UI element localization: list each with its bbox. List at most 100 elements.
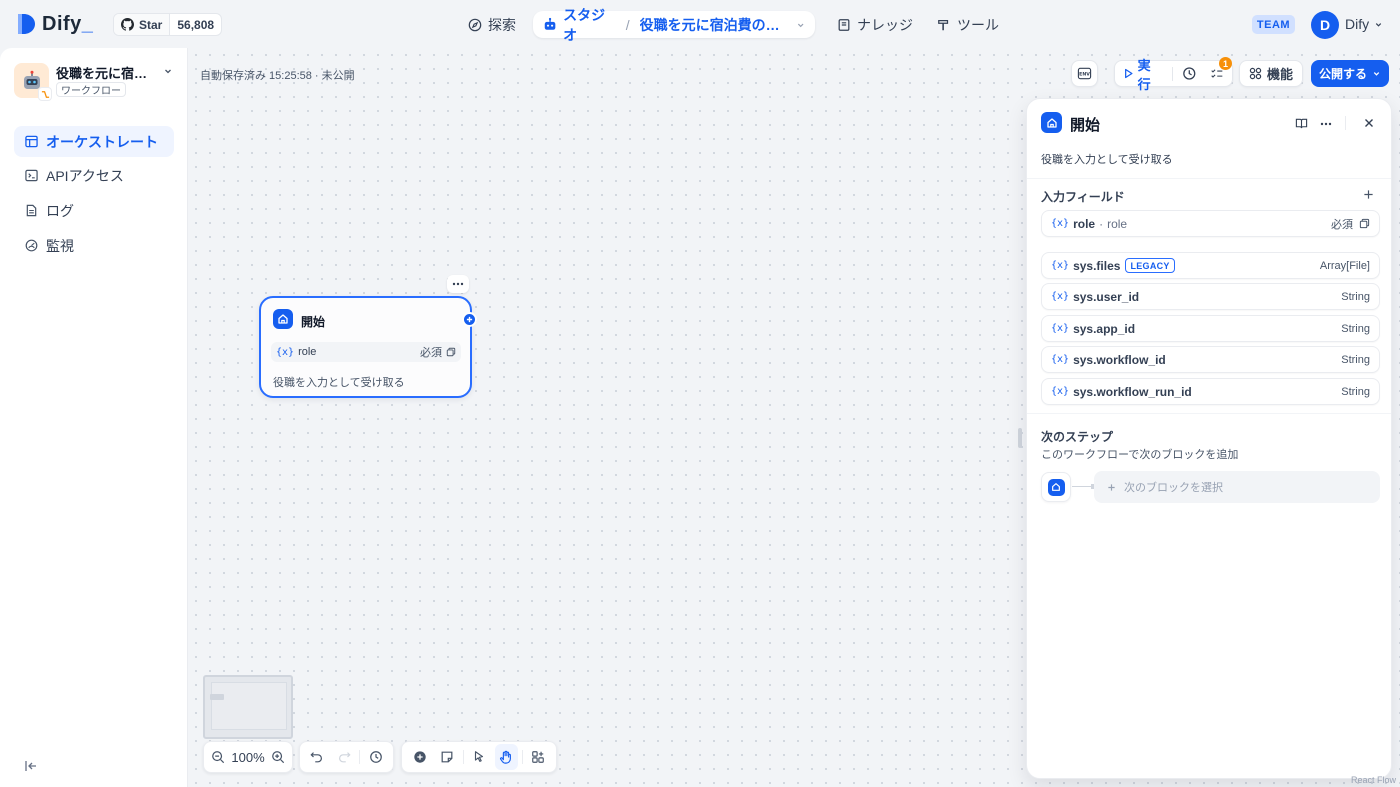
panel-divider — [1027, 178, 1391, 179]
more-horizontal-icon[interactable] — [1320, 122, 1332, 126]
field-name: sys.workflow_id — [1073, 352, 1166, 367]
field-name: sys.app_id — [1073, 321, 1136, 336]
node-variable-meta: 必須 — [420, 344, 456, 360]
sidebar-item-label: APIアクセス — [46, 167, 124, 184]
sidebar-item-label: 監視 — [46, 237, 74, 254]
features-button[interactable]: 機能 — [1239, 60, 1303, 87]
minimap[interactable] — [203, 675, 293, 739]
history-controls — [299, 741, 394, 773]
history-icon[interactable] — [1182, 66, 1197, 81]
field-name: role — [1073, 216, 1096, 231]
more-horizontal-icon — [452, 282, 464, 286]
collapse-sidebar-icon[interactable] — [24, 759, 38, 773]
github-star-button[interactable]: Star — [114, 14, 171, 35]
organize-blocks-button[interactable] — [527, 744, 550, 770]
sidebar-item-orchestrate[interactable]: オーケストレート — [14, 126, 174, 157]
zoom-in-button[interactable] — [271, 744, 286, 770]
sidebar-item-api-access[interactable]: APIアクセス — [14, 160, 174, 191]
book-icon — [838, 19, 850, 31]
user-menu[interactable]: Dify — [1345, 16, 1383, 32]
add-note-button[interactable] — [435, 744, 458, 770]
chevron-down-icon[interactable] — [796, 20, 805, 30]
system-field-row: {x} sys.user_id String — [1041, 283, 1380, 310]
controls-divider — [521, 750, 523, 764]
dify-logo-icon — [18, 14, 35, 34]
field-name: sys.files — [1073, 258, 1121, 273]
panel-title[interactable]: 開始 — [1070, 114, 1100, 135]
play-icon — [1125, 68, 1133, 79]
field-label: role — [1107, 216, 1128, 231]
current-app-name[interactable]: 役職を元に宿泊費の目安… — [640, 15, 790, 35]
variable-icon: {x} — [1051, 260, 1070, 271]
nav-knowledge-label: ナレッジ — [857, 17, 913, 33]
zoom-level[interactable]: 100% — [229, 750, 266, 765]
add-next-node-handle[interactable] — [462, 312, 477, 327]
workflow-type-icon — [38, 87, 52, 101]
home-icon — [273, 309, 293, 329]
legacy-badge: LEGACY — [1125, 258, 1175, 273]
toolbar-divider — [1171, 66, 1173, 81]
variable-icon: {x} — [1051, 218, 1070, 229]
variable-icon: {x} — [1051, 386, 1070, 397]
github-star-count: 56,808 — [177, 17, 215, 32]
react-flow-attribution[interactable]: React Flow — [1351, 775, 1396, 785]
user-avatar[interactable]: D — [1311, 11, 1339, 39]
nav-explore[interactable]: 探索 — [468, 13, 516, 37]
sidebar-item-label: ログ — [46, 202, 74, 219]
select-next-block-button[interactable]: 次のブロックを選択 — [1094, 471, 1380, 503]
input-fields-section-title: 入力フィールド — [1041, 190, 1125, 204]
nav-studio-label: スタジオ — [563, 6, 606, 43]
layout-grid-icon — [532, 751, 545, 763]
field-required: 必須 — [1331, 218, 1353, 231]
node-title: 開始 — [301, 315, 326, 329]
field-name: sys.user_id — [1073, 289, 1140, 304]
nav-tools-label: ツール — [957, 17, 999, 33]
svg-text:ENV: ENV — [1079, 72, 1090, 78]
pointer-mode-button[interactable] — [467, 744, 490, 770]
checklist-count-badge: 1 — [1219, 57, 1232, 70]
version-history-button[interactable] — [364, 744, 387, 770]
add-block-button[interactable] — [408, 744, 431, 770]
publish-button[interactable]: 公開する — [1311, 60, 1389, 87]
node-variable-name: role — [298, 346, 317, 358]
system-field-row: {x} sys.workflow_id String — [1041, 346, 1380, 373]
add-field-icon[interactable] — [1363, 189, 1374, 200]
input-field-row[interactable]: {x} role · role 必須 — [1041, 210, 1380, 237]
nav-tools[interactable]: ツール — [937, 13, 999, 37]
book-open-icon[interactable] — [1295, 117, 1308, 130]
controls-divider — [359, 750, 361, 764]
dify-logo[interactable]: Dify_ — [16, 12, 93, 36]
chevron-down-icon[interactable] — [163, 66, 173, 76]
env-button[interactable]: ENV — [1071, 60, 1098, 87]
copy-icon — [446, 347, 456, 357]
log-icon — [26, 204, 37, 217]
sidebar-item-monitoring[interactable]: 監視 — [14, 230, 174, 261]
monitor-icon — [25, 239, 38, 252]
run-button[interactable]: 実行 — [1123, 55, 1163, 93]
start-node[interactable]: 開始 {x} role 必須 役職を入力として受け取る — [259, 296, 472, 398]
hand-mode-button[interactable] — [494, 744, 518, 770]
hammer-icon — [938, 20, 949, 31]
redo-button[interactable] — [333, 744, 356, 770]
field-type: String — [1341, 290, 1370, 303]
close-icon[interactable] — [1364, 118, 1374, 128]
node-description: 役職を入力として受け取る — [273, 377, 405, 389]
undo-button[interactable] — [306, 744, 329, 770]
node-settings-panel: 開始 役職を入力として受け取る 入力フィールド {x} role · role … — [1026, 98, 1392, 779]
app-title[interactable]: 役職を元に宿泊... — [56, 63, 156, 82]
team-badge: TEAM — [1252, 15, 1295, 34]
panel-description[interactable]: 役職を入力として受け取る — [1041, 151, 1173, 167]
env-icon: ENV — [1077, 67, 1092, 80]
nav-studio-tab[interactable]: スタジオ / 役職を元に宿泊費の目安… — [533, 7, 815, 43]
nav-knowledge[interactable]: ナレッジ — [837, 13, 913, 37]
terminal-icon — [25, 169, 38, 182]
node-more-button[interactable] — [447, 275, 469, 293]
sidebar-item-logs[interactable]: ログ — [14, 195, 174, 226]
sidebar — [0, 48, 188, 787]
panel-resize-handle[interactable] — [1018, 428, 1022, 448]
system-field-row: {x} sys.workflow_run_id String — [1041, 378, 1380, 405]
orchestrate-icon — [25, 135, 38, 148]
zoom-out-button[interactable] — [210, 744, 225, 770]
github-star-widget[interactable]: Star 56,808 — [113, 13, 223, 36]
node-variable-row: {x} role 必須 — [271, 342, 461, 362]
